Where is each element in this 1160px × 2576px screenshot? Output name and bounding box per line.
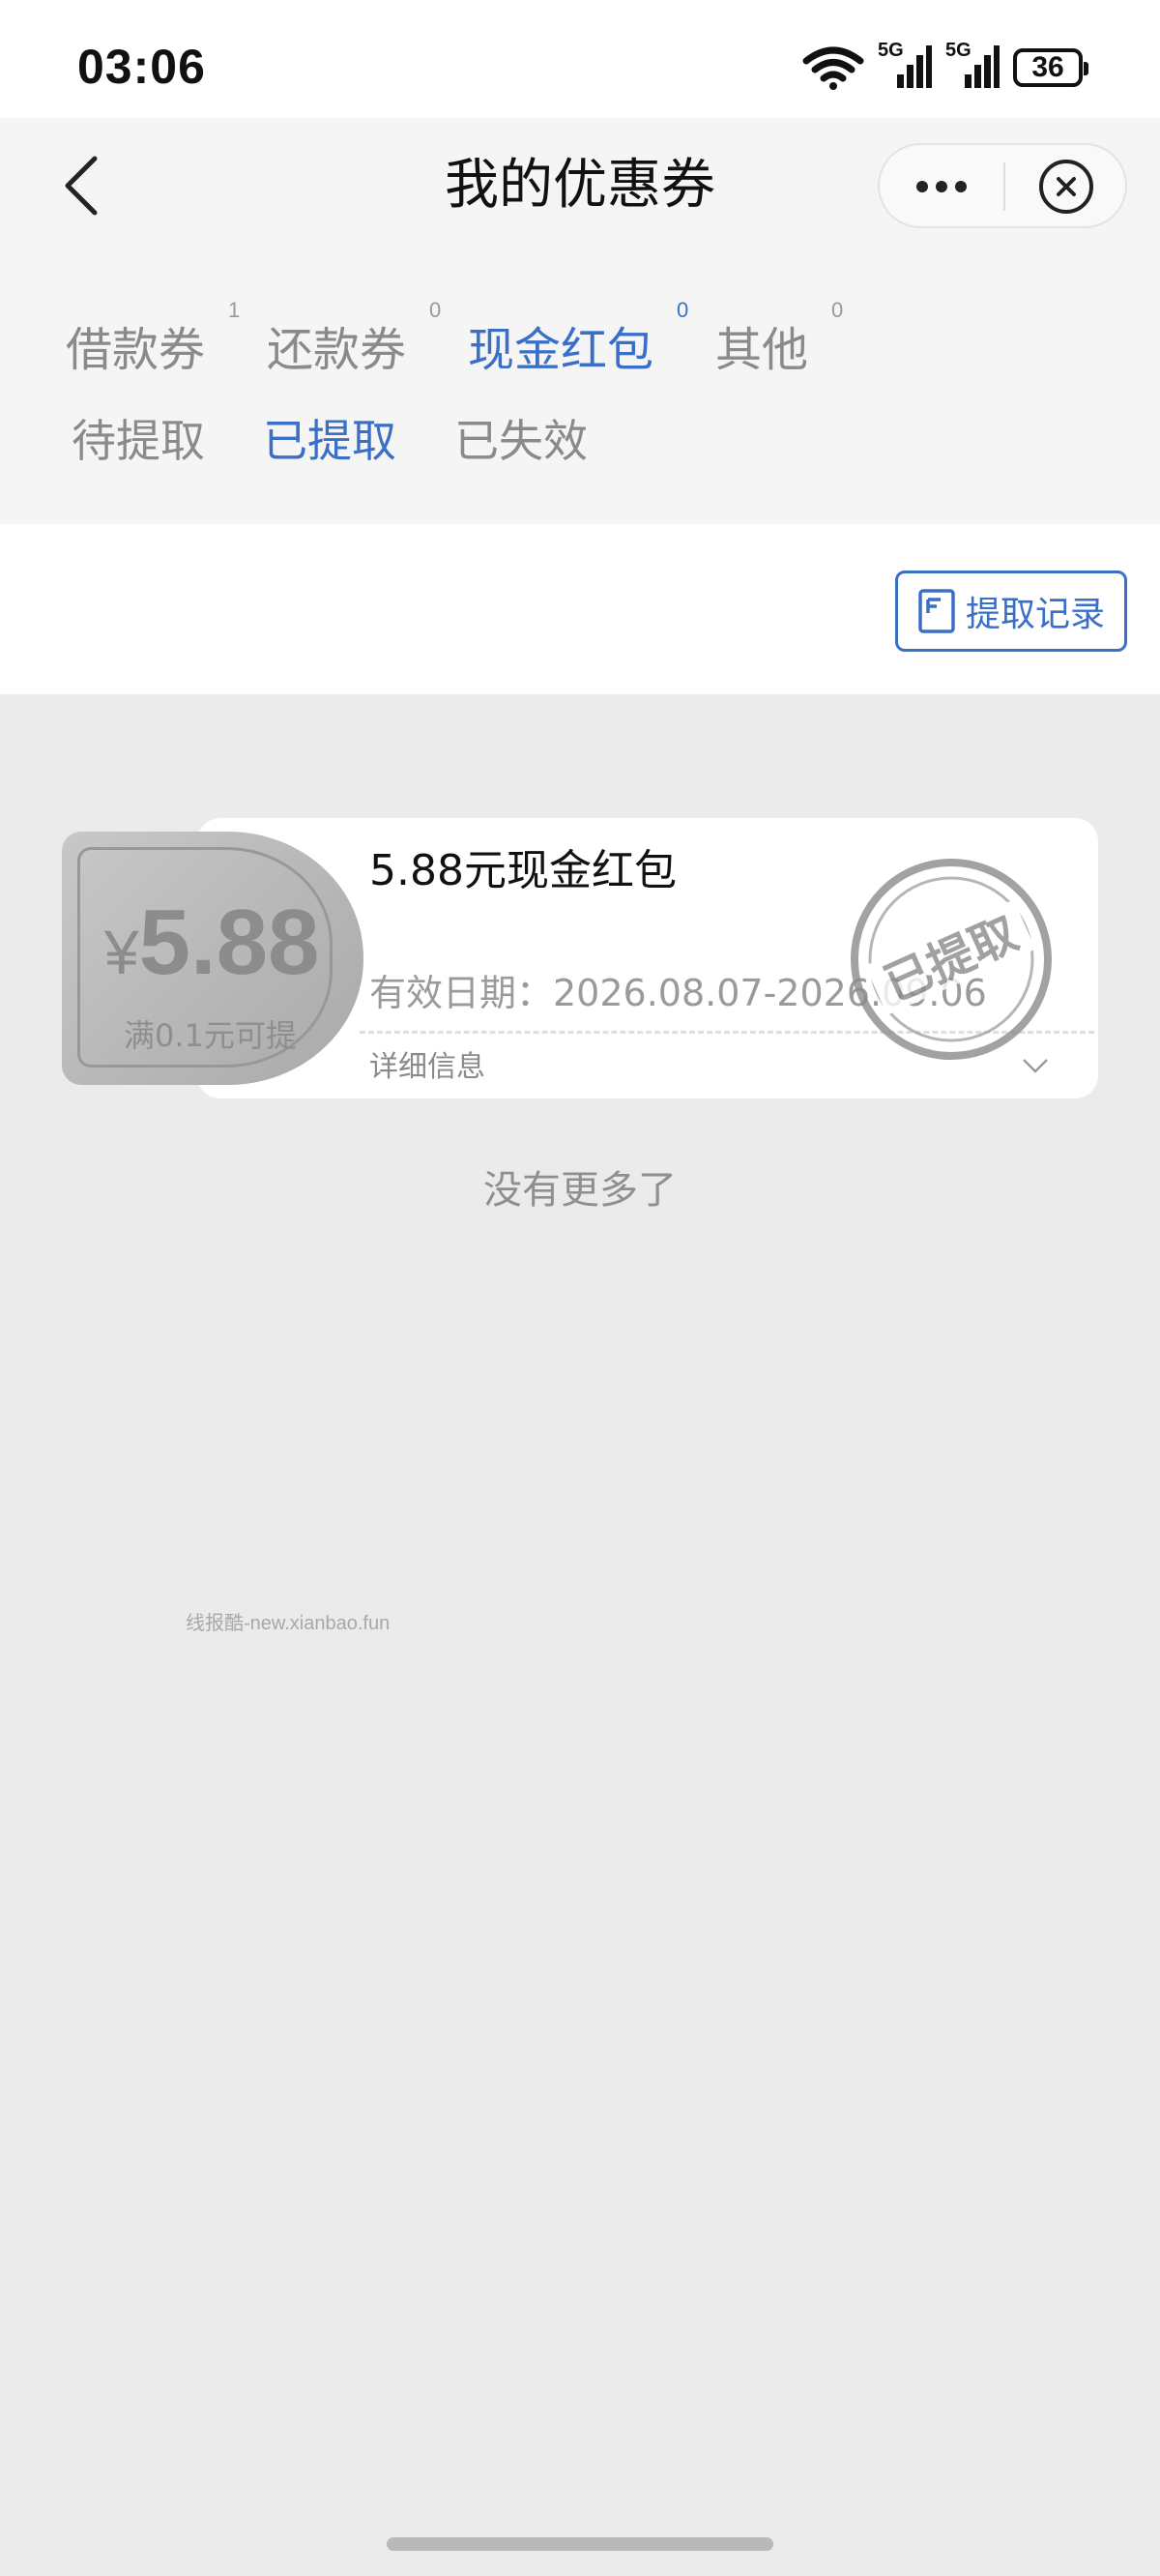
- header: 我的优惠券 借款券 1 还款券 0 现金红包 0 其他 0 待提取 已提取 已失…: [0, 118, 1160, 524]
- currency-symbol: ¥: [104, 918, 139, 987]
- tab-count: 1: [228, 298, 241, 322]
- subtab-expired[interactable]: 已失效: [454, 406, 588, 470]
- coupon-amount-panel: ¥5.88 满0.1元可提: [62, 832, 363, 1085]
- close-circle-icon: [1039, 160, 1093, 214]
- stamp-text: 已提取: [877, 906, 1026, 1012]
- tab-count: 0: [429, 298, 442, 322]
- more-button[interactable]: [880, 145, 1003, 228]
- withdraw-record-button[interactable]: 提取记录: [895, 571, 1127, 652]
- coupon-amount-value: 5.88: [138, 891, 320, 994]
- mini-program-capsule: [878, 143, 1127, 228]
- wifi-icon: [802, 46, 864, 90]
- coupon-amount: ¥5.88: [104, 890, 319, 996]
- subtab-pending[interactable]: 待提取: [72, 406, 205, 470]
- status-time: 03:06: [77, 40, 206, 94]
- tab-cash-red-packet[interactable]: 现金红包: [468, 311, 653, 379]
- withdraw-record-label: 提取记录: [966, 595, 1106, 634]
- withdrawn-stamp-icon: 已提取: [851, 859, 1052, 1060]
- tab-other[interactable]: 其他: [715, 311, 808, 379]
- coupon-title: 5.88元现金红包: [369, 846, 677, 895]
- more-dots-icon: [916, 181, 928, 192]
- signal-5g-icon: 5G: [945, 40, 1000, 90]
- document-icon: [918, 589, 955, 633]
- tab-count: 0: [677, 298, 689, 322]
- home-indicator[interactable]: [387, 2537, 773, 2551]
- coupon-card[interactable]: 5.88元现金红包 有效日期：2026.08.07-2026.09.06 详细信…: [62, 818, 1098, 1098]
- signal-5g-icon: 5G: [878, 40, 932, 90]
- coupon-condition: 满0.1元可提: [124, 1017, 297, 1054]
- tab-loan-coupon[interactable]: 借款券: [66, 311, 205, 379]
- tab-repayment-coupon[interactable]: 还款券: [267, 311, 406, 379]
- coupon-detail-toggle[interactable]: 详细信息: [369, 1042, 485, 1085]
- battery-icon: 36: [1013, 48, 1088, 87]
- status-icons: 5G 5G 36: [802, 40, 1088, 93]
- tab-count: 0: [831, 298, 844, 322]
- no-more-text: 没有更多了: [483, 1168, 677, 1213]
- subtab-withdrawn[interactable]: 已提取: [263, 406, 396, 470]
- toolbar: 提取记录: [0, 524, 1160, 694]
- status-bar: 03:06 5G 5G 36: [0, 0, 1160, 118]
- watermark: 线报酷-new.xianbao.fun: [186, 1613, 391, 1634]
- close-button[interactable]: [1005, 145, 1127, 228]
